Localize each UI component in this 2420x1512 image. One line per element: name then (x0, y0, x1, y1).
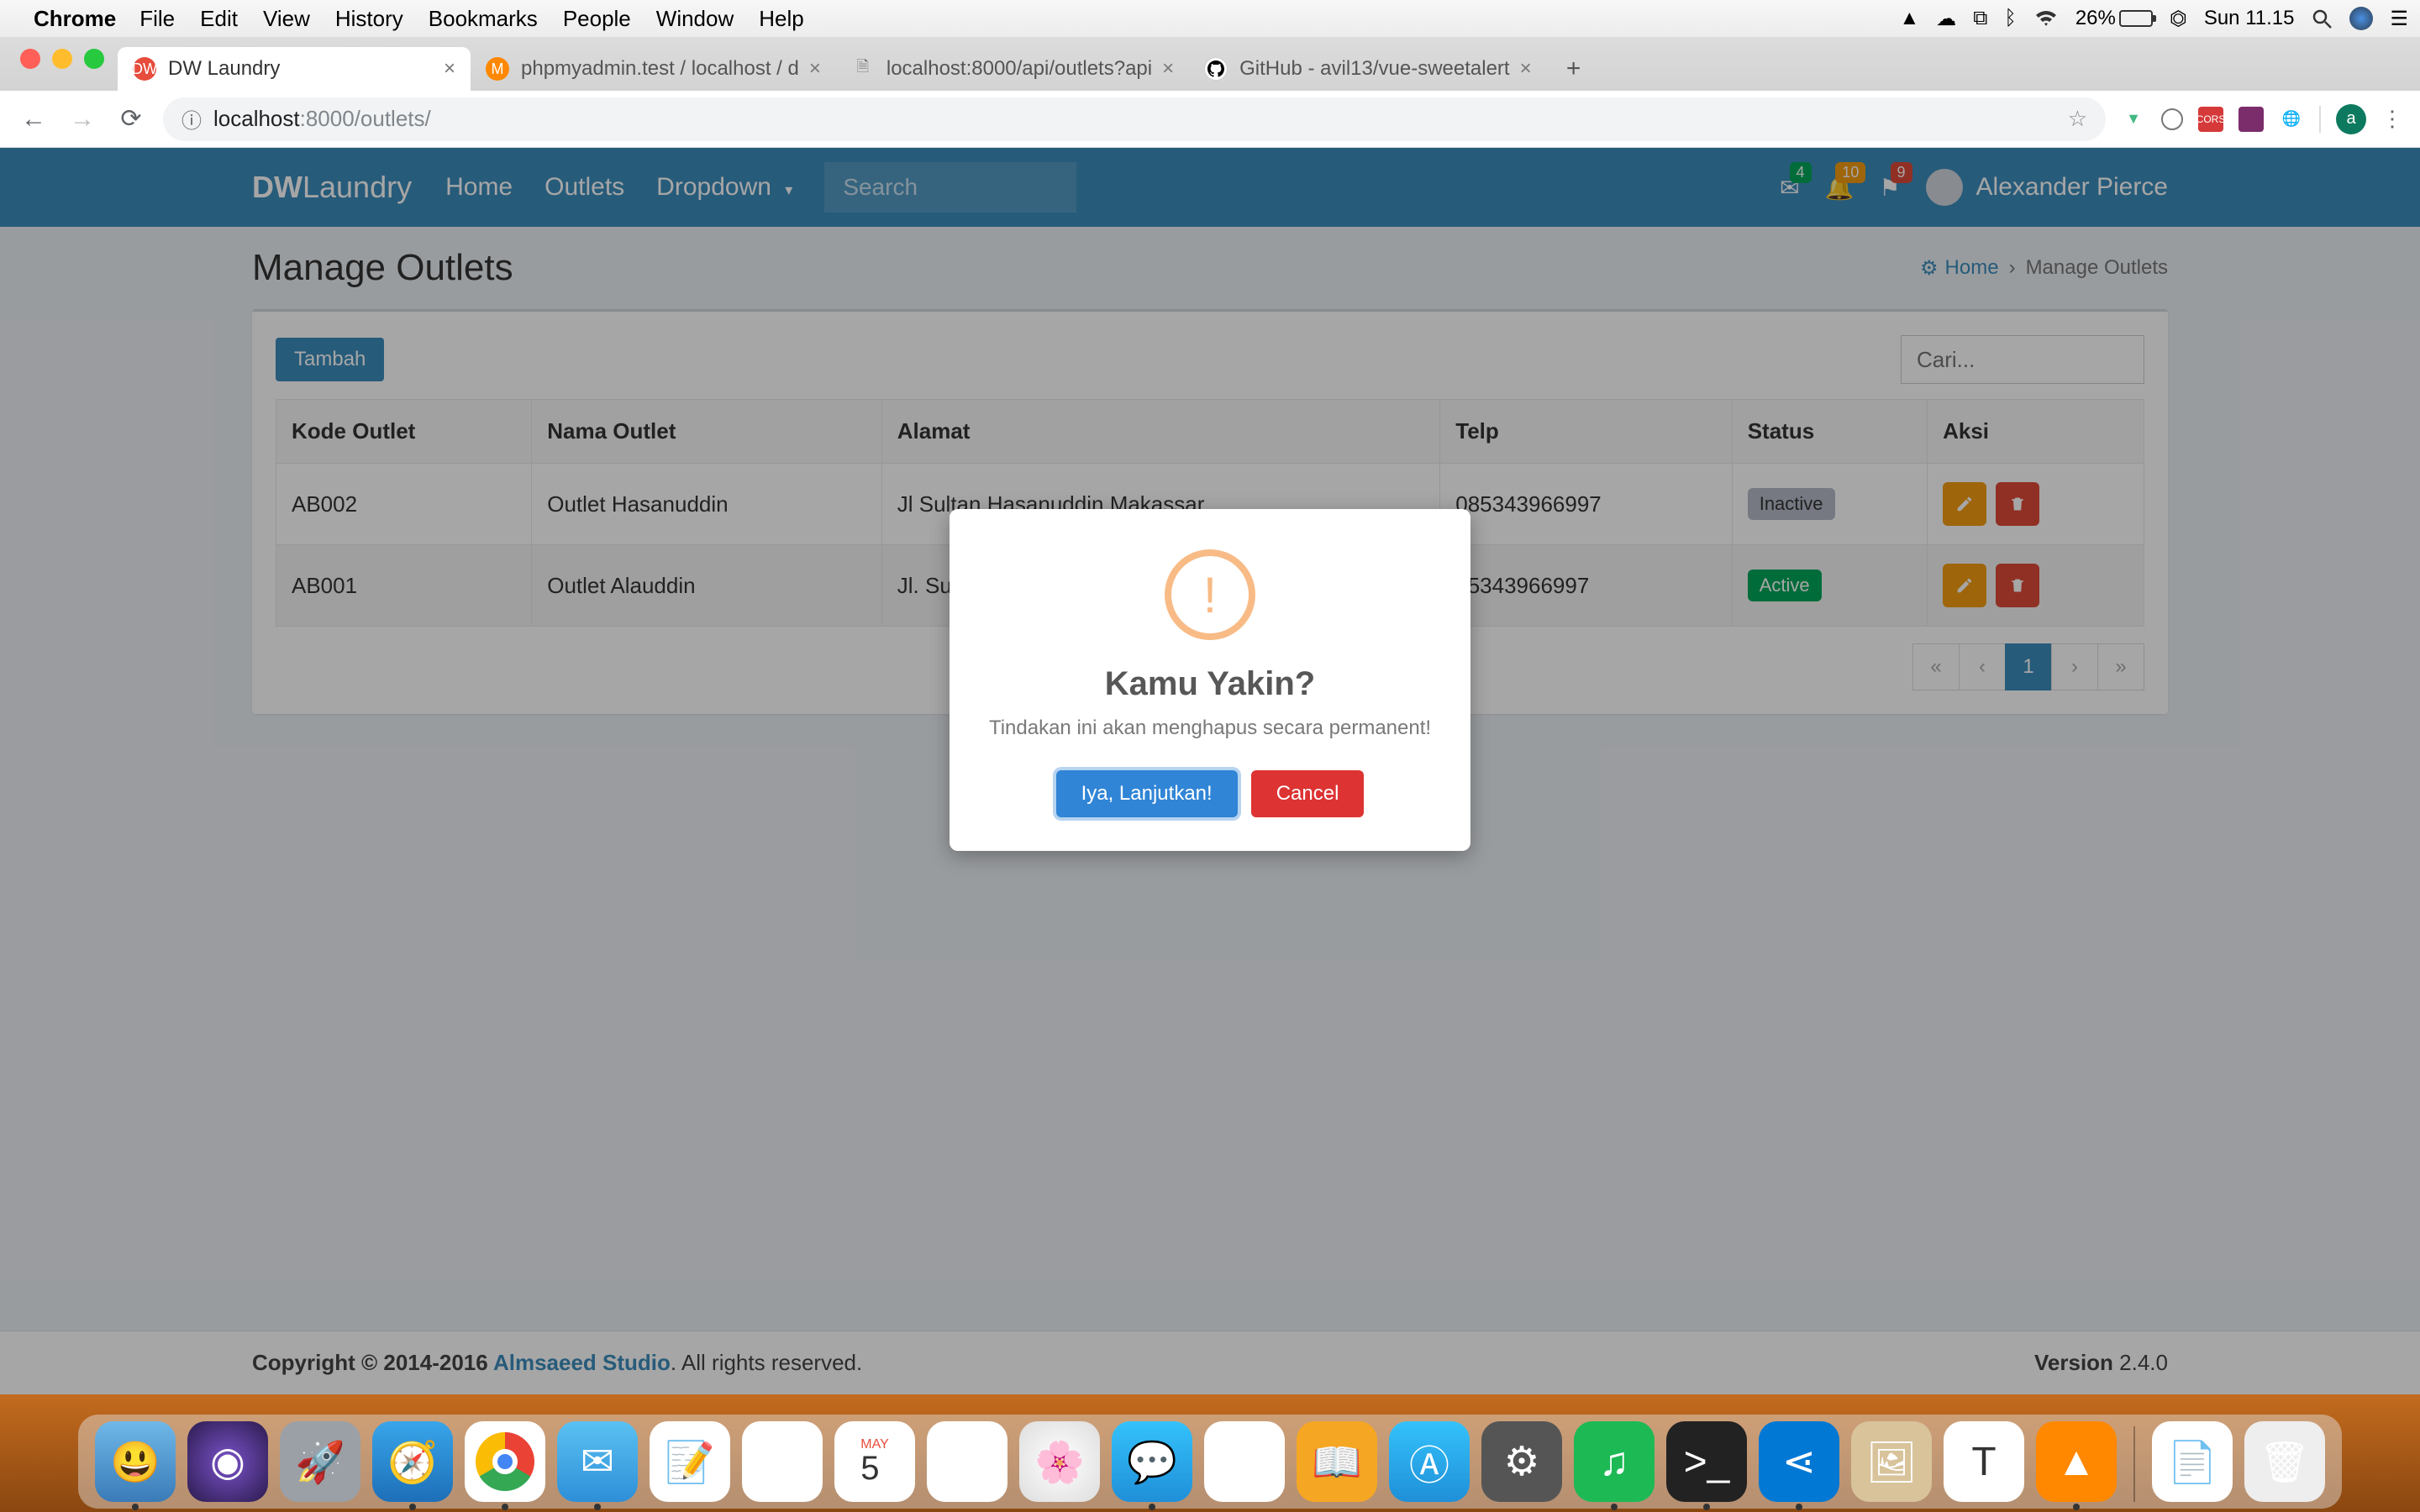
dock-chrome-icon[interactable] (465, 1421, 545, 1502)
dock-vlc-icon[interactable]: ▲ (2036, 1421, 2117, 1502)
tab-close-icon[interactable]: × (444, 57, 455, 81)
vlc-tray-icon[interactable]: ▲ (1900, 7, 1920, 30)
dock-ibooks-icon[interactable]: 📖 (1297, 1421, 1377, 1502)
dock-maps-icon[interactable]: 🗺 (927, 1421, 1007, 1502)
dock-preferences-icon[interactable]: ⚙ (1481, 1421, 1562, 1502)
dock-textedit-icon[interactable]: T (1944, 1421, 2024, 1502)
app-root: DWLaundry Home Outlets Dropdown ▾ ✉4 🔔10… (0, 148, 2420, 1394)
mac-dock-wrap: 😃 ◉ 🚀 🧭 ✉ 📝 ☑ MAY5 🗺 🌸 💬 ♪ 📖 Ⓐ ⚙ ♫ >_ ⋖ … (0, 1394, 2420, 1512)
chrome-tab-strip: DW DW Laundry × M phpmyadmin.test / loca… (0, 37, 2420, 91)
mac-menu-item[interactable]: People (563, 6, 631, 32)
mac-menu-item[interactable]: Help (759, 6, 803, 32)
tab-title: DW Laundry (168, 57, 434, 81)
omnibox[interactable]: ⓘ localhost:8000/outlets/ ☆ (163, 97, 2106, 141)
tray-icon[interactable]: ⧉ (1973, 7, 1987, 30)
tab-favicon-icon (1204, 57, 1228, 81)
mac-menu-item[interactable]: Bookmarks (429, 6, 538, 32)
modal-cancel-button[interactable]: Cancel (1251, 770, 1365, 817)
mac-menu-item[interactable]: File (139, 6, 175, 32)
dock-file-icon[interactable]: 📄 (2152, 1421, 2233, 1502)
dock-notes-icon[interactable]: 📝 (650, 1421, 730, 1502)
nav-reload-button[interactable]: ⟳ (114, 102, 148, 136)
mac-menu-item[interactable]: History (335, 6, 403, 32)
modal-overlay[interactable]: ! Kamu Yakin? Tindakan ini akan menghapu… (0, 148, 2420, 1394)
dock-finder-icon[interactable]: 😃 (95, 1421, 176, 1502)
browser-tab[interactable]: DW DW Laundry × (118, 47, 471, 91)
dock-messages-icon[interactable]: 💬 (1112, 1421, 1192, 1502)
cloud-tray-icon[interactable]: ☁ (1936, 7, 1956, 31)
window-close-button[interactable] (20, 49, 40, 69)
dock-app-icon[interactable]: 🖼 (1851, 1421, 1932, 1502)
extension-icon[interactable] (2238, 107, 2264, 132)
tab-close-icon[interactable]: × (809, 57, 821, 81)
dock-itunes-icon[interactable]: ♪ (1204, 1421, 1285, 1502)
mac-menu-item[interactable]: Window (656, 6, 734, 32)
wifi-icon[interactable] (2033, 9, 2059, 28)
vue-devtools-icon[interactable]: ▼ (2121, 107, 2146, 132)
mac-dock: 😃 ◉ 🚀 🧭 ✉ 📝 ☑ MAY5 🗺 🌸 💬 ♪ 📖 Ⓐ ⚙ ♫ >_ ⋖ … (78, 1415, 2342, 1509)
nav-back-button[interactable]: ← (17, 102, 50, 136)
confirm-modal: ! Kamu Yakin? Tindakan ini akan menghapu… (950, 509, 1470, 851)
dock-safari-icon[interactable]: 🧭 (372, 1421, 453, 1502)
dock-launchpad-icon[interactable]: 🚀 (280, 1421, 360, 1502)
tab-title: localhost:8000/api/outlets?api (886, 57, 1152, 81)
mac-menu-item[interactable]: View (263, 6, 310, 32)
clock[interactable]: Sun 11.15 (2204, 7, 2295, 30)
mac-menu-item[interactable]: Edit (200, 6, 238, 32)
browser-tab[interactable]: GitHub - avil13/vue-sweetalert × (1189, 47, 1546, 91)
dock-terminal-icon[interactable]: >_ (1666, 1421, 1747, 1502)
browser-tab[interactable]: 🗎 localhost:8000/api/outlets?api × (836, 47, 1189, 91)
bluetooth-icon[interactable]: ᛒ (2004, 7, 2016, 30)
dock-calendar-icon[interactable]: MAY5 (834, 1421, 915, 1502)
tab-favicon-icon: M (486, 57, 509, 81)
dock-photos-icon[interactable]: 🌸 (1019, 1421, 1100, 1502)
chrome-menu-icon[interactable]: ⋮ (2381, 106, 2403, 132)
notification-center-icon[interactable]: ☰ (2390, 7, 2408, 31)
tab-favicon-icon: DW (133, 57, 156, 81)
mac-menubar: Chrome File Edit View History Bookmarks … (0, 0, 2420, 37)
nav-forward-button[interactable]: → (66, 102, 99, 136)
control-center-icon[interactable]: ⏣ (2170, 7, 2187, 31)
extension-icon[interactable]: CORS (2198, 107, 2223, 132)
tab-title: GitHub - avil13/vue-sweetalert (1239, 57, 1509, 81)
browser-tab[interactable]: M phpmyadmin.test / localhost / d × (471, 47, 836, 91)
dock-vscode-icon[interactable]: ⋖ (1759, 1421, 1839, 1502)
battery-percent: 26% (2075, 7, 2116, 30)
window-controls (20, 49, 104, 69)
modal-text: Tindakan ini akan menghapus secara perma… (983, 717, 1437, 740)
dock-mail-icon[interactable]: ✉ (557, 1421, 638, 1502)
mac-app-name[interactable]: Chrome (34, 6, 116, 32)
chrome-toolbar: ← → ⟳ ⓘ localhost:8000/outlets/ ☆ ▼ CORS… (0, 91, 2420, 148)
dock-siri-icon[interactable]: ◉ (187, 1421, 268, 1502)
window-maximize-button[interactable] (84, 49, 104, 69)
new-tab-button[interactable]: + (1557, 52, 1591, 86)
dock-reminders-icon[interactable]: ☑ (742, 1421, 823, 1502)
warning-icon: ! (1165, 549, 1255, 640)
profile-avatar[interactable]: a (2336, 104, 2366, 134)
dock-trash-icon[interactable]: 🗑 (2244, 1421, 2325, 1502)
bookmark-star-icon[interactable]: ☆ (2068, 106, 2087, 132)
modal-confirm-button[interactable]: Iya, Lanjutkan! (1056, 770, 1238, 817)
dock-spotify-icon[interactable]: ♫ (1574, 1421, 1655, 1502)
modal-title: Kamu Yakin? (983, 665, 1437, 703)
extension-icon[interactable]: 🌐 (2279, 107, 2304, 132)
dock-appstore-icon[interactable]: Ⓐ (1389, 1421, 1470, 1502)
tab-close-icon[interactable]: × (1162, 57, 1174, 81)
spotlight-icon[interactable] (2311, 8, 2333, 29)
tab-close-icon[interactable]: × (1520, 57, 1532, 81)
tab-favicon-icon: 🗎 (851, 57, 875, 81)
window-minimize-button[interactable] (52, 49, 72, 69)
tab-title: phpmyadmin.test / localhost / d (521, 57, 799, 81)
siri-icon[interactable] (2349, 7, 2373, 30)
site-info-icon[interactable]: ⓘ (182, 104, 202, 134)
battery-indicator[interactable]: 26% (2075, 7, 2153, 30)
extension-icon[interactable] (2161, 108, 2183, 130)
chrome-window: DW DW Laundry × M phpmyadmin.test / loca… (0, 37, 2420, 1394)
url-host: localhost:8000/outlets/ (213, 106, 431, 132)
dock-separator (2133, 1426, 2135, 1502)
